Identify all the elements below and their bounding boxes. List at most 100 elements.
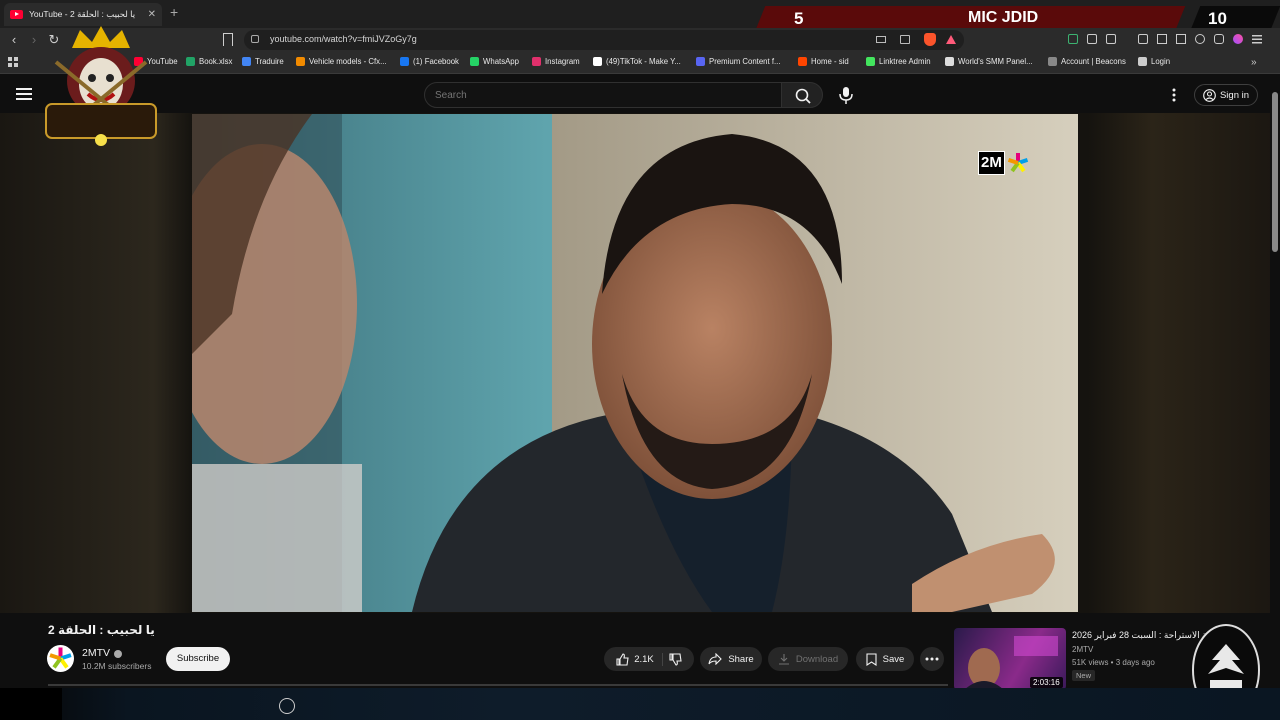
- bookmarks-overflow-icon[interactable]: »: [1251, 57, 1257, 68]
- cast-icon[interactable]: [876, 36, 886, 43]
- sign-in-button[interactable]: Sign in: [1194, 84, 1258, 106]
- tab-close-icon[interactable]: ✕: [148, 9, 156, 20]
- recommended-meta: 51K views • 3 days ago: [1072, 658, 1155, 667]
- taskbar-start-area[interactable]: [0, 688, 62, 720]
- brave-shield-icon[interactable]: [924, 33, 936, 46]
- bookmark-favicon-icon: [798, 57, 807, 66]
- video-title: یا لحبیب : الحلقة 2: [48, 623, 155, 637]
- bookmark-page-icon[interactable]: [223, 33, 233, 46]
- overlay-title: MIC JDID: [968, 9, 1039, 26]
- subscriber-count: 10.2M subscribers: [82, 661, 152, 671]
- recommended-channel[interactable]: 2MTV: [1072, 645, 1093, 654]
- video-duration: 2:03:16: [1030, 677, 1063, 688]
- share-label: Share: [728, 653, 754, 665]
- bookmark-label: Home - sid: [811, 57, 849, 66]
- voice-search-button[interactable]: [832, 82, 860, 108]
- taskbar-app-icon[interactable]: [279, 698, 295, 714]
- bookmark-favicon-icon: [1138, 57, 1147, 66]
- download-label: Download: [795, 653, 839, 665]
- forward-icon[interactable]: ›: [26, 32, 42, 48]
- bookmark-item[interactable]: World's SMM Panel...: [945, 57, 1033, 66]
- bookmark-label: Traduire: [255, 57, 284, 66]
- bookmark-favicon-icon: [400, 57, 409, 66]
- watermark-star-icon: [1007, 153, 1028, 173]
- thumbs-up-icon: [616, 652, 629, 666]
- extension-icon[interactable]: [1068, 34, 1078, 44]
- extension-icon[interactable]: [1087, 34, 1097, 44]
- more-options-icon[interactable]: [1166, 87, 1182, 103]
- bookmark-item[interactable]: Account | Beacons: [1048, 57, 1126, 66]
- url-text[interactable]: youtube.com/watch?v=fmiJVZoGy7g: [270, 34, 417, 44]
- like-count: 2.1K: [634, 653, 654, 665]
- download-button[interactable]: Download: [768, 647, 848, 671]
- search-button[interactable]: [781, 82, 823, 108]
- thumbs-down-icon[interactable]: [669, 652, 682, 666]
- verified-badge-icon: [114, 650, 122, 658]
- brave-rewards-icon[interactable]: [946, 35, 956, 44]
- extension-icon[interactable]: [1106, 34, 1116, 44]
- comments-divider: [48, 684, 948, 686]
- profile-icon[interactable]: [1233, 34, 1243, 44]
- site-info-icon[interactable]: [251, 35, 259, 43]
- bookmark-favicon-icon: [186, 57, 195, 66]
- share-button[interactable]: Share: [700, 647, 762, 671]
- bookmark-item[interactable]: (1) Facebook: [400, 57, 459, 66]
- save-button[interactable]: Save: [856, 647, 914, 671]
- bookmark-item[interactable]: Home - sid: [798, 57, 849, 66]
- like-button[interactable]: 2.1K: [616, 652, 663, 666]
- bookmark-item[interactable]: Premium Content f...: [696, 57, 781, 66]
- bookmark-item[interactable]: Book.xlsx: [186, 57, 232, 66]
- search-input[interactable]: [424, 82, 782, 108]
- bookmark-icon: [866, 652, 877, 666]
- bookmark-label: World's SMM Panel...: [958, 57, 1033, 66]
- channel-name[interactable]: 2MTV: [82, 647, 110, 659]
- ellipsis-icon: [925, 657, 939, 661]
- new-badge: New: [1072, 670, 1096, 681]
- browser-tab-youtube[interactable]: YouTube - یا لحبیب : الحلقة 2 ✕: [4, 3, 162, 26]
- bookmark-favicon-icon: [470, 57, 479, 66]
- bookmark-favicon-icon: [296, 57, 305, 66]
- guide-menu-icon[interactable]: [16, 88, 32, 100]
- bookmark-label: Vehicle models - Cfx...: [309, 57, 387, 66]
- tab-title: YouTube - یا لحبیب : الحلقة 2: [29, 9, 136, 19]
- share-page-icon[interactable]: [900, 35, 910, 44]
- bookmark-item[interactable]: Instagram: [532, 57, 580, 66]
- subscribe-button[interactable]: Subscribe: [166, 647, 230, 671]
- bookmark-item[interactable]: Linktree Admin: [866, 57, 931, 66]
- apps-grid-icon[interactable]: [8, 57, 19, 68]
- scrollbar-thumb[interactable]: [1272, 92, 1278, 252]
- video-player[interactable]: [192, 114, 1078, 612]
- browser-menu-icon[interactable]: [1252, 34, 1262, 44]
- bookmark-item[interactable]: Vehicle models - Cfx...: [296, 57, 387, 66]
- leo-ai-icon[interactable]: [1195, 34, 1205, 44]
- bookmark-label: (49)TikTok - Make Y...: [606, 57, 681, 66]
- sidebar-icon[interactable]: [1157, 34, 1167, 44]
- back-icon[interactable]: ‹: [6, 32, 22, 48]
- bookmark-favicon-icon: [696, 57, 705, 66]
- bookmark-favicon-icon: [593, 57, 602, 66]
- vpn-icon[interactable]: [1214, 34, 1224, 44]
- youtube-favicon-icon: [10, 10, 23, 19]
- bookmark-item[interactable]: WhatsApp: [470, 57, 519, 66]
- more-actions-button[interactable]: [920, 647, 944, 671]
- tab-search-icon[interactable]: [1176, 34, 1186, 44]
- like-dislike-group: 2.1K: [604, 647, 694, 671]
- search-icon: [795, 88, 811, 104]
- bookmark-label: Instagram: [545, 57, 580, 66]
- overlay-timer: 10: [1208, 9, 1227, 28]
- download-icon: [778, 654, 789, 665]
- bookmark-favicon-icon: [866, 57, 875, 66]
- bookmark-item[interactable]: Traduire: [242, 57, 284, 66]
- microphone-icon: [839, 87, 853, 104]
- bookmark-favicon-icon: [532, 57, 541, 66]
- bookmark-favicon-icon: [242, 57, 251, 66]
- save-label: Save: [882, 653, 905, 665]
- bookmark-favicon-icon: [945, 57, 954, 66]
- media-icon[interactable]: [1138, 34, 1148, 44]
- sign-in-label: Sign in: [1219, 89, 1250, 101]
- new-tab-button[interactable]: +: [170, 4, 178, 20]
- channel-avatar[interactable]: [47, 645, 74, 672]
- bookmark-item[interactable]: Login: [1138, 57, 1170, 66]
- bookmark-label: WhatsApp: [483, 57, 519, 66]
- bookmark-item[interactable]: (49)TikTok - Make Y...: [593, 57, 681, 66]
